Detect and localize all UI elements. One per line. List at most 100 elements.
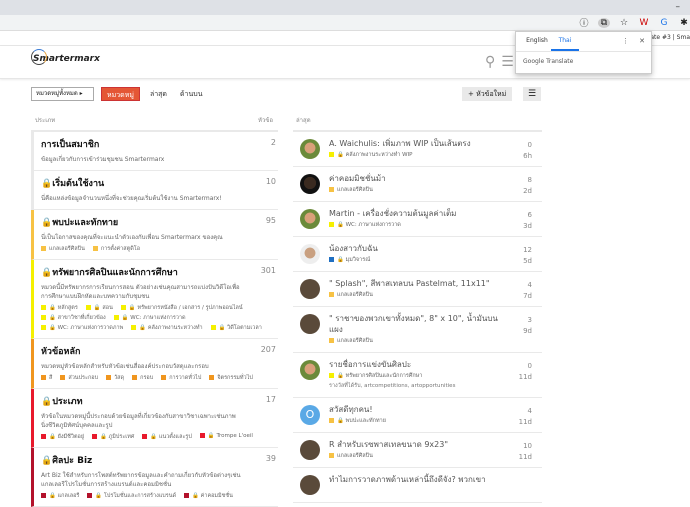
topic-category[interactable]: 🔒 มุมวิจารณ์	[329, 256, 542, 264]
tab-latest[interactable]: ล่าสุด	[147, 89, 170, 100]
w-extension-icon[interactable]: W	[638, 18, 650, 28]
topic-category[interactable]: แกลเลอรีศิลปิน	[329, 291, 542, 299]
topic-age[interactable]: 3d	[523, 221, 532, 232]
category-row[interactable]: 🔒ศิลปะ Biz 39 Art Biz ใช้สำหรับการโพสต์ทรั…	[31, 448, 278, 507]
topic-category[interactable]: 🔒 คลังภาพงานระหว่างทำ WIP	[329, 151, 542, 159]
subcategory-link[interactable]: 🔒 ค่าคอมมิชชั่น	[184, 492, 233, 500]
tab-top[interactable]: ด้านบน	[177, 89, 206, 100]
category-row[interactable]: 🔒พบปะและทักทาย 95 นี่เป็นโอกาสของคุณที่จะแ…	[31, 210, 278, 260]
subcategory-link[interactable]: 🔒 ภูมิประเทศ	[92, 433, 134, 441]
topic-title[interactable]: รายชื่อการแข่งขันศิลปะ	[329, 359, 499, 370]
user-avatar[interactable]	[300, 475, 320, 495]
search-icon[interactable]: ⚲	[485, 54, 495, 70]
topic-age[interactable]: 2d	[523, 186, 532, 197]
user-avatar[interactable]	[300, 209, 320, 229]
category-name[interactable]: 🔒ทรัพยากรศิลปินและนักการศึกษา	[41, 265, 272, 279]
subcategory-link[interactable]: 🔒 สอน	[86, 304, 113, 312]
topic-title[interactable]: A. Waichulis: เพิ่มภาพ WIP เป็นเส้นตรง	[329, 138, 499, 149]
topic-category[interactable]: 🔒 ทรัพยากรศิลปินและนักการศึกษา	[329, 372, 542, 380]
subcategory-link[interactable]: 🔒 แนวตั้งและรูป	[142, 433, 192, 441]
translate-extension-icon[interactable]: G	[658, 18, 670, 28]
subcategory-link[interactable]: 🔒 โปรโมชั่นและการสร้างแบรนด์	[87, 492, 176, 500]
user-avatar[interactable]	[300, 139, 320, 159]
category-name[interactable]: การเป็นสมาชิก	[41, 137, 272, 151]
topic-tags[interactable]: รางวัลที่ได้รับ, artcompetitions, artopp…	[329, 382, 542, 390]
subcategory-link[interactable]: 🔒 WC: ภาษาแห่งการวาดภาพ	[41, 324, 123, 332]
tab-categories[interactable]: หมวดหมู่	[101, 87, 140, 101]
user-avatar[interactable]	[300, 440, 320, 460]
subcategory-link[interactable]: 🔒 คลังภาพงานระหว่างทำ	[131, 324, 202, 332]
subcategory-link[interactable]: 🔒 แกลเลอรี	[41, 492, 79, 500]
close-icon[interactable]: ✕	[639, 37, 645, 45]
subcategory-link[interactable]: จิตรกรรมทั่วไป	[209, 374, 253, 382]
topic-age[interactable]: 6h	[523, 151, 532, 162]
more-options-icon[interactable]: ⋮	[622, 37, 629, 45]
tab-thai[interactable]: Thai	[551, 32, 579, 51]
category-topic-count: 207	[260, 345, 276, 354]
category-name[interactable]: 🔒ศิลปะ Biz	[41, 453, 272, 467]
subcategory-link[interactable]: 🔒 หลักสูตร	[41, 304, 78, 312]
category-name[interactable]: 🔒ประเภท	[41, 394, 272, 408]
subcategory-link[interactable]: 🔒 ทรัพยากรหนังสือ / เอกสาร / รูปภาพออนไล…	[121, 304, 243, 312]
subcategory-link[interactable]: การวาดทั่วไป	[161, 374, 201, 382]
topic-category[interactable]: แกลเลอรีศิลปิน	[329, 337, 542, 345]
star-icon[interactable]: ☆	[618, 18, 630, 28]
topic-category[interactable]: 🔒 WC: ภาษาแห่งการวาด	[329, 221, 542, 229]
subcategory-link[interactable]: 🔒 สาขาวิชาที่เกี่ยวข้อง	[41, 314, 106, 322]
topic-title[interactable]: " ราชาของพวกเขาทั้งหมด", 8" x 10", น้ำมั…	[329, 313, 499, 335]
category-dropdown[interactable]: หมวดหมู่ทั้งหมด ▸	[31, 87, 94, 101]
subcategory-link[interactable]: 🔒 ยังมีชีวิตอยู่	[41, 433, 84, 441]
info-icon[interactable]: ⓘ	[578, 16, 590, 29]
topic-title[interactable]: ค่าคอมมิชชั่นม้า	[329, 173, 499, 184]
subcategory-list: แกลเลอรีศิลปิน การตั้งค่าสตูดิโอ	[41, 245, 272, 253]
topic-title[interactable]: Martin - เครื่องชั่งความต้นมูลค่าเต็ม	[329, 208, 499, 219]
topic-age[interactable]: 11d	[519, 372, 532, 383]
topic-category[interactable]: 🔒 พบปะและทักทาย	[329, 417, 542, 425]
category-row[interactable]: 🔒ทรัพยากรศิลปินและนักการศึกษา 301 หมวดนี้ม…	[31, 260, 278, 339]
subcategory-link[interactable]: สี	[41, 374, 52, 382]
user-avatar[interactable]: O	[300, 405, 320, 425]
subcategory-link[interactable]: 🔒 WC: ภาษาแห่งการวาด	[114, 314, 186, 322]
new-topic-button[interactable]: + หัวข้อใหม่	[462, 87, 513, 101]
category-name[interactable]: หัวข้อหลัก	[41, 344, 272, 358]
subcategory-link[interactable]: 🔒 Trompe L'oeil	[200, 433, 253, 441]
topic-age[interactable]: 5d	[523, 256, 532, 267]
site-logo[interactable]: Smartermarx	[31, 49, 100, 65]
category-row[interactable]: 🔒ประเภท 17 หัวข้อในหมวดหมู่นี้ประกอบด้วยข้…	[31, 389, 278, 448]
topic-title[interactable]: ทำไมการวาดภาพด้านเหล่านี้ถึงดีจัง? พวกเข…	[329, 474, 499, 485]
topic-title[interactable]: R สำหรับเรซพาสเทลขนาด 9x23"	[329, 439, 499, 450]
tab-english[interactable]: English	[523, 32, 551, 51]
subcategory-link[interactable]: 🔒 วิดีโอตามเวลา	[211, 324, 262, 332]
category-row[interactable]: หัวข้อหลัก 207 หมวดหมู่หัวข้อหลักสำหรับหัว…	[31, 339, 278, 389]
topic-title[interactable]: สวัสดีทุกคน!	[329, 404, 499, 415]
topic-age[interactable]: 11d	[519, 452, 532, 463]
minimize-button[interactable]: –	[676, 2, 681, 12]
subcategory-link[interactable]: กรอบ	[132, 374, 153, 382]
topic-category[interactable]: แกลเลอรีศิลปิน	[329, 452, 542, 460]
user-avatar[interactable]	[300, 244, 320, 264]
subcategory-link[interactable]: ส่วนประกอบ	[60, 374, 98, 382]
user-avatar[interactable]	[300, 174, 320, 194]
puzzle-icon[interactable]: ✱	[678, 18, 690, 28]
translate-icon[interactable]: ⧉	[598, 17, 610, 28]
subcategory-link[interactable]: การตั้งค่าสตูดิโอ	[93, 245, 140, 253]
category-row[interactable]: การเป็นสมาชิก 2 ข้อมูลเกี่ยวกับการเข้าร่วม…	[31, 132, 278, 171]
category-name[interactable]: 🔒เริ่มต้นใช้งาน	[41, 176, 272, 190]
subcategory-link[interactable]: วัสดุ	[106, 374, 124, 382]
topic-age[interactable]: 11d	[519, 417, 532, 428]
subcategory-link[interactable]: แกลเลอรีศิลปิน	[41, 245, 85, 253]
topic-title[interactable]: " Splash", สีพาสเทลบน Pastelmat, 11x11"	[329, 278, 499, 289]
topic-row: O สวัสดีทุกคน! 🔒 พบปะและทักทาย 4 11d	[293, 398, 542, 433]
hamburger-icon[interactable]: ☰	[501, 54, 514, 70]
topic-age[interactable]: 9d	[523, 326, 532, 337]
menu-button[interactable]: ☰	[523, 87, 541, 101]
topic-category[interactable]: แกลเลอรีศิลปิน	[329, 186, 542, 194]
category-name[interactable]: 🔒พบปะและทักทาย	[41, 215, 272, 229]
category-row[interactable]: 🔒เริ่มต้นใช้งาน 10 นี่คือแหล่งข้อมูลจำนวนห…	[31, 171, 278, 210]
subcategory-list: 🔒 หลักสูตร 🔒 สอน 🔒 ทรัพยากรหนังสือ / เอกสา…	[41, 304, 272, 332]
user-avatar[interactable]	[300, 360, 320, 380]
topic-title[interactable]: น้องสาวกับฉัน	[329, 243, 499, 254]
user-avatar[interactable]	[300, 279, 320, 299]
user-avatar[interactable]	[300, 314, 320, 334]
topic-age[interactable]: 7d	[523, 291, 532, 302]
